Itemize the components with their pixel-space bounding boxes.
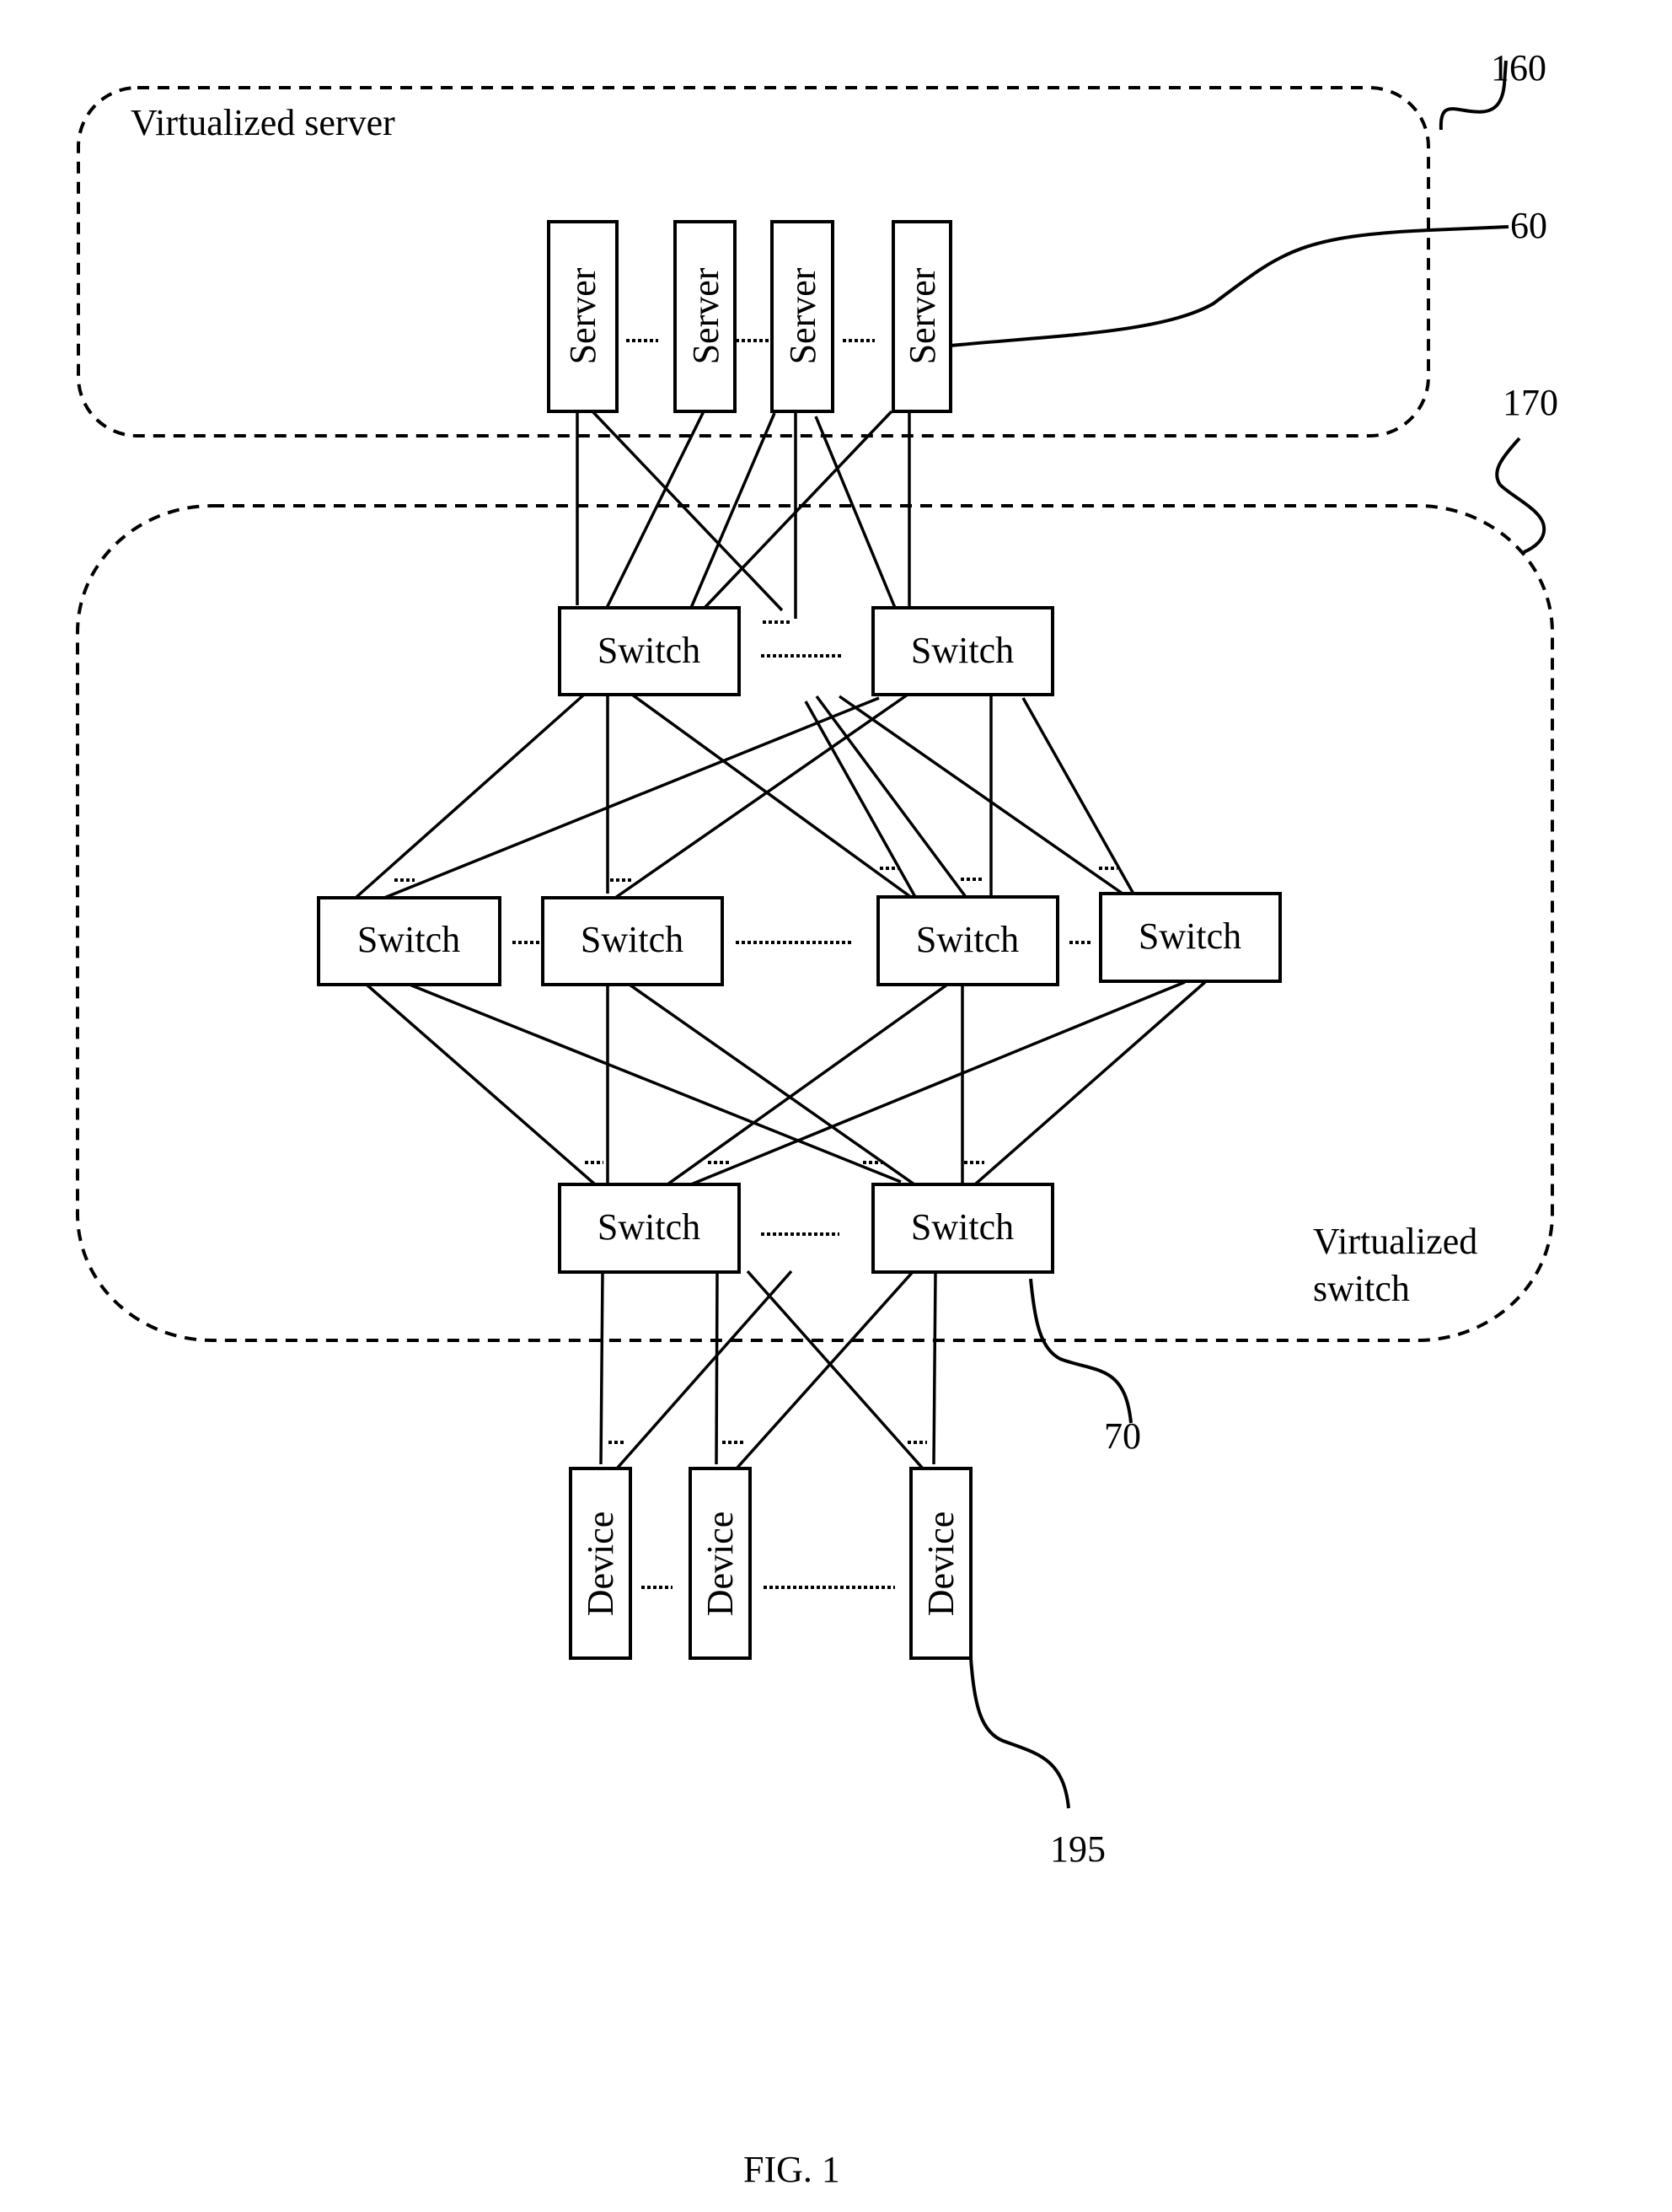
ellipsis-marks-middle	[394, 867, 1117, 882]
leader-60	[950, 225, 1509, 347]
link	[814, 416, 897, 609]
switch-node[interactable]: Switch	[541, 896, 724, 986]
switch-label: Switch	[581, 919, 683, 960]
link	[615, 1270, 793, 1470]
server-node[interactable]: Server	[892, 220, 952, 413]
switch-label: Switch	[911, 1206, 1014, 1248]
aggregation-links	[365, 980, 1207, 1189]
core-links	[354, 693, 1136, 899]
server-label: Server	[685, 267, 726, 364]
switch-node[interactable]: Switch	[558, 606, 741, 696]
switch-node[interactable]: Switch	[876, 895, 1059, 986]
switch-node[interactable]: Switch	[317, 896, 501, 986]
link	[690, 980, 1186, 1186]
device-layer: Device Device Device	[569, 1467, 973, 1660]
switch-label: Switch	[598, 630, 700, 671]
link	[599, 1271, 604, 1465]
link	[973, 980, 1207, 1186]
switch-node[interactable]: Switch	[871, 606, 1054, 696]
switch-label: Switch	[357, 919, 460, 960]
server-node[interactable]: Server	[547, 220, 619, 413]
link	[630, 693, 914, 899]
link	[838, 695, 1124, 895]
virtualized-switch-title-line1: Virtualized	[1313, 1221, 1477, 1262]
ref-label-195: 195	[1050, 1828, 1106, 1870]
server-node[interactable]: Server	[770, 220, 834, 413]
link	[625, 981, 916, 1186]
link	[614, 693, 908, 899]
ref-label-160: 160	[1491, 47, 1546, 89]
server-label: Server	[902, 267, 943, 364]
device-node[interactable]: Device	[689, 1467, 752, 1660]
leader-195	[969, 1657, 1070, 1809]
link	[383, 696, 880, 899]
network-diagram: Virtualized server Virtualized switch Se…	[76, 47, 1558, 2190]
link	[715, 1271, 719, 1465]
device-node[interactable]: Device	[909, 1467, 973, 1660]
ref-label-70: 70	[1104, 1415, 1141, 1457]
link	[409, 983, 902, 1184]
bottom-switch-layer: Switch Switch	[558, 1183, 1054, 1274]
switch-node[interactable]: Switch	[871, 1183, 1054, 1274]
server-label: Server	[562, 267, 603, 364]
server-uplinks	[576, 410, 911, 619]
switch-label: Switch	[1139, 915, 1241, 957]
virtualized-switch-title-line2: switch	[1313, 1268, 1410, 1309]
switch-node[interactable]: Switch	[1099, 892, 1282, 983]
link	[1021, 697, 1136, 896]
virtualized-server-title: Virtualized server	[131, 102, 395, 143]
middle-switch-layer: Switch Switch Switch Switch	[317, 892, 1282, 986]
ref-label-170: 170	[1503, 382, 1558, 423]
switch-label: Switch	[911, 630, 1014, 671]
device-label: Device	[920, 1511, 962, 1617]
leader-70	[1029, 1278, 1133, 1424]
device-label: Device	[699, 1511, 741, 1617]
figure-caption: FIG. 1	[743, 2149, 840, 2190]
switch-label: Switch	[916, 919, 1019, 960]
virtualized-switch-group	[76, 504, 1554, 1342]
device-label: Device	[580, 1511, 621, 1617]
switch-label: Switch	[598, 1206, 700, 1248]
ref-label-60: 60	[1510, 205, 1547, 246]
link	[666, 983, 949, 1186]
link	[354, 693, 586, 899]
link	[815, 695, 967, 899]
server-node[interactable]: Server	[673, 220, 737, 413]
top-switch-layer: Switch Switch	[558, 606, 1054, 696]
access-links	[599, 1270, 937, 1470]
switch-node[interactable]: Switch	[558, 1183, 741, 1274]
link	[746, 1270, 924, 1470]
link	[932, 1272, 937, 1465]
server-label: Server	[782, 267, 823, 364]
device-node[interactable]: Device	[569, 1467, 632, 1660]
server-layer: Server Server Server Server	[547, 220, 952, 413]
